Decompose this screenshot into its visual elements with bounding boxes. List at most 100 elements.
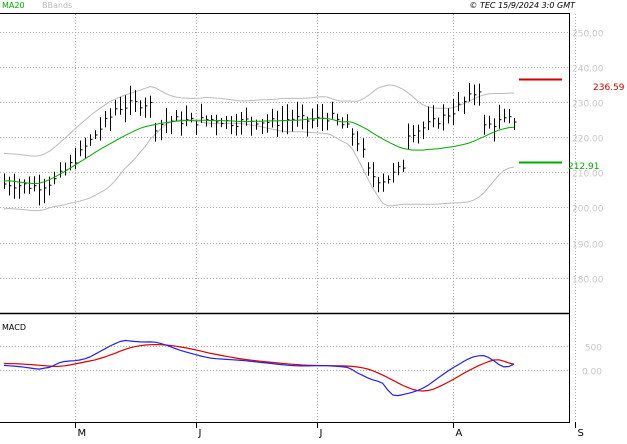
month-label: M xyxy=(78,428,87,439)
price-tick-label: 190.00 xyxy=(572,241,604,251)
macd-tick-label: 500 xyxy=(585,344,602,354)
price-bar xyxy=(44,178,47,204)
price-bar xyxy=(9,176,12,196)
price-bar xyxy=(317,104,320,128)
price-bar xyxy=(130,85,133,115)
price-bar xyxy=(337,113,340,126)
price-bar xyxy=(150,95,153,118)
price-bar xyxy=(423,121,426,140)
price-bar xyxy=(464,96,467,114)
macd-panel-label: MACD xyxy=(2,323,26,332)
price-bar xyxy=(54,171,57,185)
price-bar xyxy=(363,138,366,158)
price-bar xyxy=(458,91,461,112)
price-bar xyxy=(398,161,401,176)
price-bar xyxy=(241,112,244,135)
macd-signal-line xyxy=(3,344,515,392)
price-bar xyxy=(484,114,487,135)
bbands-legend-label: BBands xyxy=(42,1,72,10)
price-bar xyxy=(14,173,17,199)
price-bar xyxy=(287,104,290,135)
price-bar xyxy=(469,82,472,102)
macd-y-axis: 500 0.00 xyxy=(582,344,602,378)
price-bar xyxy=(236,113,239,136)
price-bar xyxy=(105,111,108,128)
month-label: J xyxy=(198,428,202,439)
price-bar xyxy=(186,105,189,127)
price-bar xyxy=(474,84,477,106)
price-bar xyxy=(504,108,507,123)
price-bar xyxy=(383,173,386,192)
price-bar xyxy=(120,96,123,115)
price-bar xyxy=(110,108,113,131)
price-bar xyxy=(85,137,88,159)
price-bar xyxy=(368,162,371,176)
price-bar xyxy=(342,117,345,129)
price-bar xyxy=(176,110,179,121)
bb-lower-line xyxy=(3,119,515,212)
price-bar xyxy=(24,179,27,194)
price-bar xyxy=(433,105,436,128)
price-bar xyxy=(135,90,138,112)
price-bar xyxy=(509,109,512,124)
price-bar xyxy=(80,140,83,157)
price-bar xyxy=(494,118,497,142)
support-level-label: 212.91 xyxy=(568,162,600,172)
month-label: A xyxy=(456,428,463,439)
price-bar xyxy=(60,162,63,178)
price-bar xyxy=(75,147,78,170)
price-bar xyxy=(231,116,234,135)
price-bar xyxy=(489,115,492,129)
price-bar xyxy=(216,114,219,136)
price-bar xyxy=(251,116,254,136)
macd-lines xyxy=(3,339,515,397)
price-bar xyxy=(327,112,330,131)
price-bar xyxy=(297,101,300,127)
price-bar xyxy=(145,97,148,118)
price-bar xyxy=(302,104,305,130)
chart-canvas: 250.00240.00230.00220.00210.00200.00190.… xyxy=(0,1,625,439)
price-bar xyxy=(246,107,249,126)
price-bar xyxy=(181,111,184,136)
price-bar xyxy=(277,110,280,137)
price-tick-label: 200.00 xyxy=(572,205,604,215)
price-tick-label: 250.00 xyxy=(572,30,604,40)
price-bar xyxy=(221,118,224,128)
price-bar xyxy=(418,124,421,144)
price-tick-label: 220.00 xyxy=(572,135,604,145)
price-bar xyxy=(347,114,350,128)
price-bar xyxy=(378,177,381,193)
price-tick-label: 240.00 xyxy=(572,65,604,75)
price-bar xyxy=(514,118,517,130)
month-label: J xyxy=(319,428,323,439)
price-bar xyxy=(272,108,275,128)
macd-tick-label: 0.00 xyxy=(582,368,602,378)
price-bar xyxy=(332,101,335,119)
price-tick-label: 230.00 xyxy=(572,100,604,110)
price-bar xyxy=(499,104,502,129)
stock-chart: 250.00 240.00 230.00 220.00 210.00 200.00 190.… xyxy=(0,0,627,440)
price-bar xyxy=(322,104,325,131)
price-bar xyxy=(125,95,128,123)
resistance-level-label: 236.59 xyxy=(593,83,625,93)
price-bar xyxy=(403,159,406,172)
price-y-axis: 250.00240.00230.00220.00210.00200.00190.… xyxy=(572,30,604,286)
x-axis: MJJAS xyxy=(0,422,584,439)
month-label: S xyxy=(578,428,584,439)
price-bar xyxy=(65,162,68,176)
price-bar xyxy=(166,108,169,134)
price-bar xyxy=(408,123,411,150)
ma20-legend-label: MA20 xyxy=(2,1,25,10)
support-resistance-lines xyxy=(519,78,562,164)
price-bar xyxy=(282,105,285,133)
price-tick-label: 180.00 xyxy=(572,276,604,286)
price-bar xyxy=(448,108,451,124)
price-bar xyxy=(428,106,431,130)
price-bar xyxy=(211,115,214,128)
price-bar xyxy=(373,162,376,188)
price-bar xyxy=(413,125,416,143)
price-bar xyxy=(357,131,360,152)
price-bar xyxy=(393,163,396,183)
timestamp-label: © TEC 15/9/2024 3:0 GMT xyxy=(469,1,576,10)
price-bar xyxy=(453,99,456,125)
